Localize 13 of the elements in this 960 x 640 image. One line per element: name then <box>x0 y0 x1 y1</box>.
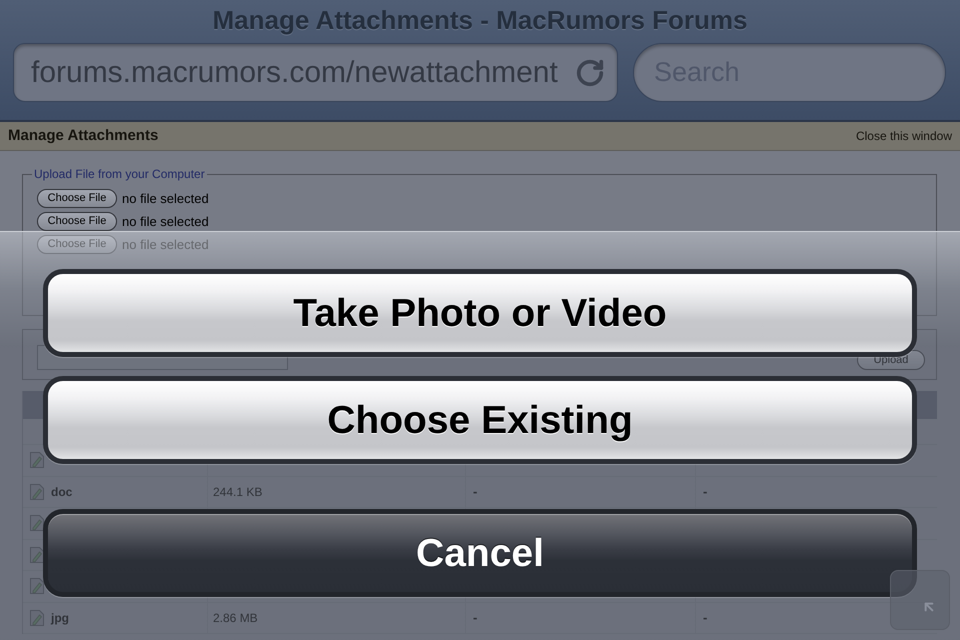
table-cell-text: - <box>703 609 708 627</box>
file-status-text: no file selected <box>122 190 209 208</box>
table-cell-text: - <box>473 609 478 627</box>
file-size-text: 2.86 MB <box>213 610 258 627</box>
page-title: Manage Attachments <box>8 126 158 146</box>
table-cell-text: - <box>473 483 478 501</box>
file-type-text: jpg <box>51 610 69 627</box>
file-type-text: doc <box>51 484 72 501</box>
file-status-text: no file selected <box>122 236 209 254</box>
fieldset-legend: Upload File from your Computer <box>32 167 207 181</box>
table-cell-text: - <box>703 483 708 501</box>
file-status-text: no file selected <box>122 212 209 231</box>
file-size-text: 244.1 KB <box>213 484 262 501</box>
